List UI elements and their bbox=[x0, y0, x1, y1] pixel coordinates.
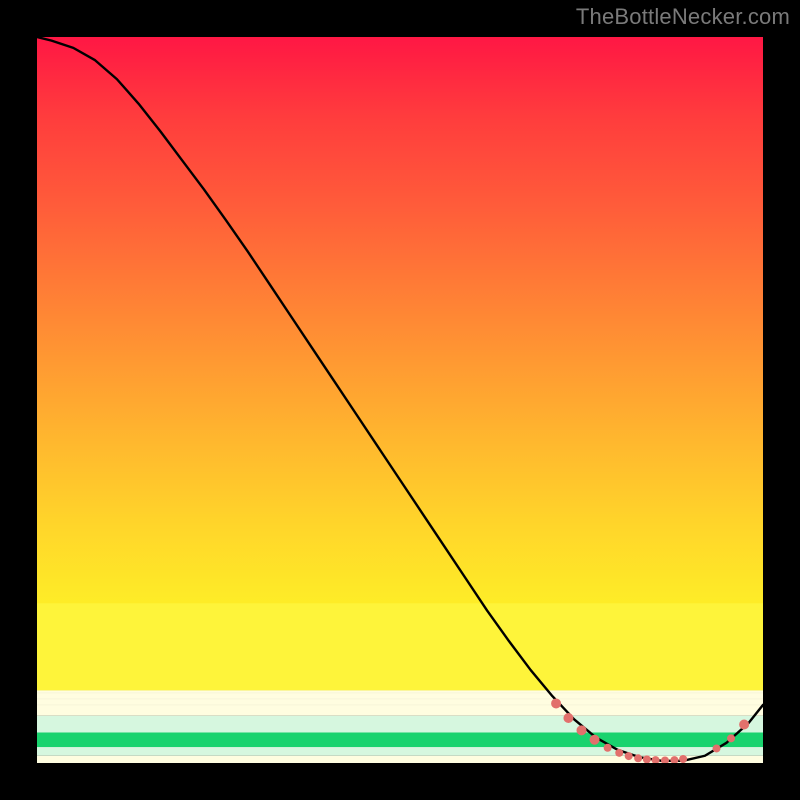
curve-marker bbox=[551, 698, 561, 708]
bg-band-mint-2 bbox=[37, 747, 763, 756]
curve-marker bbox=[590, 735, 600, 745]
bg-yellow-plateau bbox=[37, 603, 763, 690]
curve-marker bbox=[634, 754, 642, 762]
curve-marker bbox=[563, 713, 573, 723]
curve-marker bbox=[643, 755, 651, 763]
bg-gradient-main bbox=[37, 37, 763, 690]
bg-band-mint bbox=[37, 716, 763, 733]
bg-band-green bbox=[37, 733, 763, 748]
bg-stripe bbox=[37, 692, 763, 693]
curve-marker bbox=[679, 755, 687, 763]
curve-marker bbox=[615, 749, 623, 757]
curve-marker bbox=[577, 725, 587, 735]
curve-marker bbox=[713, 744, 721, 752]
chart-container: TheBottleNecker.com bbox=[0, 0, 800, 800]
curve-marker bbox=[604, 744, 612, 752]
bg-band-pale-yellow bbox=[37, 690, 763, 715]
chart-svg bbox=[37, 37, 763, 763]
bg-stripe bbox=[37, 704, 763, 705]
plot-area bbox=[37, 37, 763, 763]
watermark-text: TheBottleNecker.com bbox=[576, 4, 790, 30]
curve-marker bbox=[727, 734, 735, 742]
bg-stripe bbox=[37, 698, 763, 699]
curve-marker bbox=[625, 752, 633, 760]
curve-marker bbox=[739, 720, 749, 730]
